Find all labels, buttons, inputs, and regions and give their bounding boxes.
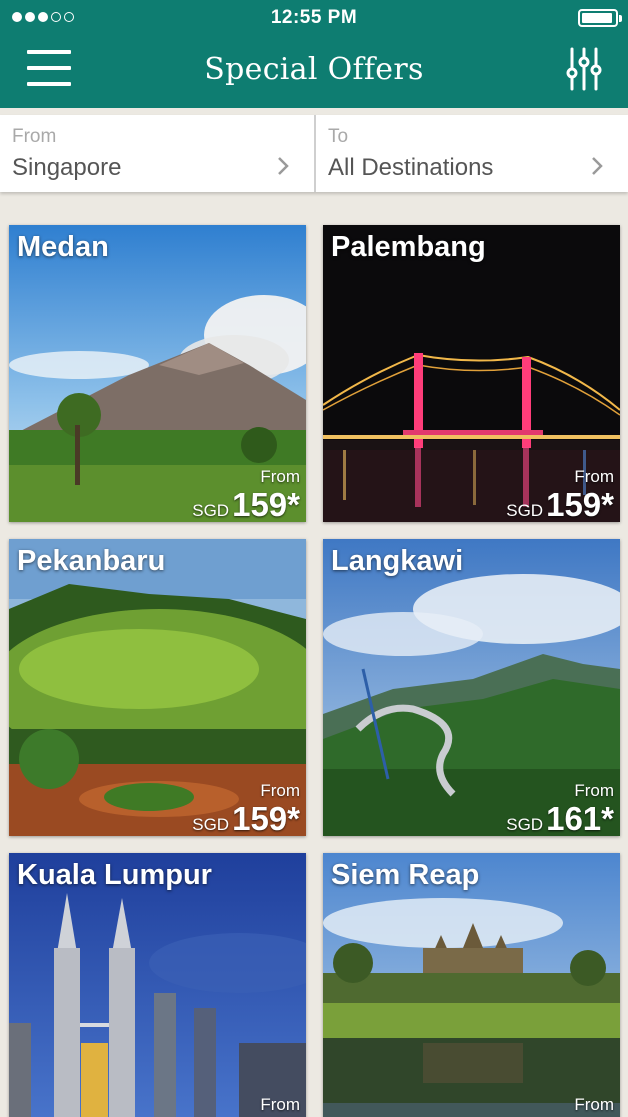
offer-city: Medan [17,231,109,263]
offer-city: Pekanbaru [17,545,166,577]
chevron-right-icon [278,157,289,175]
offer-amount: 159* [546,486,614,522]
app-header: 12:55 PM Special Offers [0,0,628,108]
to-value: All Destinations [328,154,494,181]
chevron-right-icon [592,157,603,175]
offer-card-medan[interactable]: Medan From SGD159* [9,225,306,522]
offer-city: Kuala Lumpur [17,859,212,891]
offer-currency: SGD [506,501,544,520]
page-title: Special Offers [204,52,424,87]
battery-icon [578,9,622,27]
offer-currency: SGD [192,501,230,520]
offer-currency: SGD [506,815,544,834]
offer-from-label: From [574,1095,614,1114]
from-label: From [12,126,57,147]
filter-sliders-icon[interactable] [566,46,602,92]
offer-card-kuala-lumpur[interactable]: Kuala Lumpur From [9,853,306,1117]
offer-price: SGD159* [192,800,300,836]
offer-card-siem-reap[interactable]: Siem Reap From [323,853,620,1117]
offer-city: Siem Reap [331,859,480,891]
offer-card-langkawi[interactable]: Langkawi From SGD161* [323,539,620,836]
offer-price: SGD159* [506,486,614,522]
offer-card-palembang[interactable]: Palembang From SGD159* [323,225,620,522]
status-time: 12:55 PM [270,7,358,28]
offer-city: Langkawi [331,545,464,577]
offer-amount: 161* [546,800,614,836]
offer-price: SGD159* [192,486,300,522]
status-bar: 12:55 PM [0,0,628,36]
to-selector[interactable]: To All Destinations [316,115,628,192]
offer-from-label: From [260,1095,300,1114]
to-label: To [328,126,349,147]
offer-amount: 159* [232,800,300,836]
from-selector[interactable]: From Singapore [0,115,314,192]
offer-city: Palembang [331,231,486,263]
offer-currency: SGD [192,815,230,834]
offer-amount: 159* [232,486,300,522]
temple-image [323,853,620,1117]
twin-towers-image [9,853,306,1117]
from-value: Singapore [12,154,122,181]
offer-from-label: From [574,467,614,486]
route-selector: From Singapore To All Destinations [0,115,628,192]
offer-card-pekanbaru[interactable]: Pekanbaru From SGD159* [9,539,306,836]
offer-price: SGD161* [506,800,614,836]
offer-from-label: From [260,781,300,800]
offer-from-label: From [574,781,614,800]
offer-from-label: From [260,467,300,486]
